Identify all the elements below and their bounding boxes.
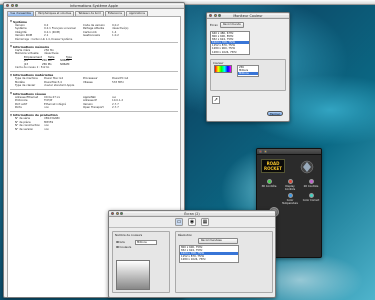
color-depth-list[interactable]: 256 Milliers Millions <box>237 65 259 77</box>
depth-select[interactable]: Millions <box>135 240 157 245</box>
cyan-orb-icon <box>308 193 314 198</box>
depth-label: Nombre de couleurs <box>115 233 143 237</box>
window-title: Moniteur Couleur <box>233 14 263 18</box>
disclosure-triangle-icon[interactable]: ▼ <box>10 74 12 77</box>
close-button[interactable] <box>259 150 263 154</box>
red-orb-icon <box>287 179 293 184</box>
controls-2d-button[interactable]: 2D Controls <box>301 179 321 188</box>
list-item-selected[interactable]: Millions <box>238 72 258 76</box>
title-bar[interactable] <box>257 149 321 155</box>
res-label: Résolution <box>178 233 193 237</box>
close-button[interactable] <box>209 14 213 18</box>
minimize-button[interactable] <box>263 150 267 154</box>
resolution-list[interactable]: 800 x 600, 75Hz 832 x 624, 75Hz 1024 x 7… <box>179 245 239 263</box>
color-group: Couleur 256 Milliers Millions <box>210 59 286 91</box>
minimize-button[interactable] <box>213 14 217 18</box>
color-temperature-button[interactable]: Color Temperature <box>280 193 300 205</box>
toolbar: ▭ ◉ ▦ <box>109 217 275 228</box>
zoom-button[interactable] <box>218 14 222 18</box>
disclosure-triangle-icon[interactable]: ▼ <box>10 92 12 95</box>
disclosure-triangle-icon[interactable]: ▼ <box>10 20 12 23</box>
purple-orb-icon <box>308 179 314 184</box>
resolution-mode-select[interactable]: Recommandé <box>219 22 244 28</box>
green-orb-icon <box>266 179 272 184</box>
window-title: Informations Système Apple <box>70 4 118 8</box>
divider <box>10 110 178 112</box>
title-bar[interactable]: Informations Système Apple <box>4 3 184 9</box>
divider <box>10 70 178 72</box>
road-rocket-logo: ROAD ROCKET <box>261 159 285 173</box>
radio-gray[interactable]: Gris <box>116 240 125 244</box>
close-button-default[interactable]: Fermer <box>267 111 283 116</box>
close-button[interactable] <box>6 4 10 8</box>
res-mode-select[interactable]: Recommandées <box>198 238 238 244</box>
info-row: Type de clavier clavier standard Apple <box>15 83 75 88</box>
disclosure-triangle-icon[interactable]: ▼ <box>10 45 12 48</box>
display-label: Écran <box>210 22 218 27</box>
color-depth-group: Nombre de couleurs Gris Couleurs Million… <box>112 231 170 293</box>
zoom-button[interactable] <box>15 4 19 8</box>
display-controls-button[interactable]: Display Controls <box>280 179 300 191</box>
color-wheel-icon[interactable]: ◉ <box>188 218 196 226</box>
resolution-popup-row: Écran Recommandé <box>210 22 286 28</box>
memory-slot-table: Emplacement Taille Type J12 256 Mo SDRAM J13… <box>10 56 178 66</box>
close-button[interactable] <box>111 212 115 216</box>
control-3d-button[interactable]: 3D Contrôle <box>259 179 279 188</box>
color-spectrum-swatch <box>214 65 232 73</box>
disclosure-triangle-icon[interactable]: ▼ <box>10 114 12 117</box>
blue-orb-icon <box>287 193 293 198</box>
brand-emblem-icon <box>300 160 314 174</box>
info-row: N° de version non <box>15 126 50 131</box>
resolution-group: Résolution Recommandées 800 x 600, 75Hz … <box>175 231 273 293</box>
zoom-button[interactable] <box>120 212 124 216</box>
info-note: Cache de niveau 2 : 512 Ko <box>15 66 50 70</box>
minimize-button[interactable] <box>115 212 119 216</box>
geometry-icon[interactable]: ▦ <box>201 218 209 226</box>
minimize-button[interactable] <box>10 4 14 8</box>
divider <box>10 42 178 44</box>
list-item[interactable]: 1280 x 1024, 75Hz <box>180 258 238 261</box>
monitor-window: Moniteur Couleur Écran Recommandé 640 x … <box>206 12 290 122</box>
title-bar[interactable]: Moniteur Couleur <box>207 13 289 19</box>
info-row: Ports non Open Transport 2.7.7 <box>15 105 119 110</box>
monitor-icon[interactable]: ▭ <box>175 218 183 226</box>
color-preview-swatch <box>116 260 150 290</box>
resolution-list[interactable]: 640 x 480, 67Hz 800 x 600, 85Hz 832 x 62… <box>210 31 250 55</box>
title-bar[interactable]: Écran (2) <box>109 211 275 217</box>
divider <box>10 89 178 91</box>
tab-bar: Vue d'ensemble Périphériques et volumes … <box>4 9 184 16</box>
cursor-icon: ➚ <box>212 96 220 104</box>
ecran-window: Écran (2) ▭ ◉ ▦ Nombre de couleurs Gris … <box>108 210 276 298</box>
window-title: Écran (2) <box>184 212 200 216</box>
color-correct-button[interactable]: Color Correct <box>301 193 321 202</box>
list-item[interactable]: 1280 x 1024, 75Hz <box>211 51 249 54</box>
radio-color[interactable]: Couleurs <box>116 245 131 249</box>
info-note: Démarrage : Carbon Lib 1.4, Dossier Syst… <box>15 37 73 41</box>
